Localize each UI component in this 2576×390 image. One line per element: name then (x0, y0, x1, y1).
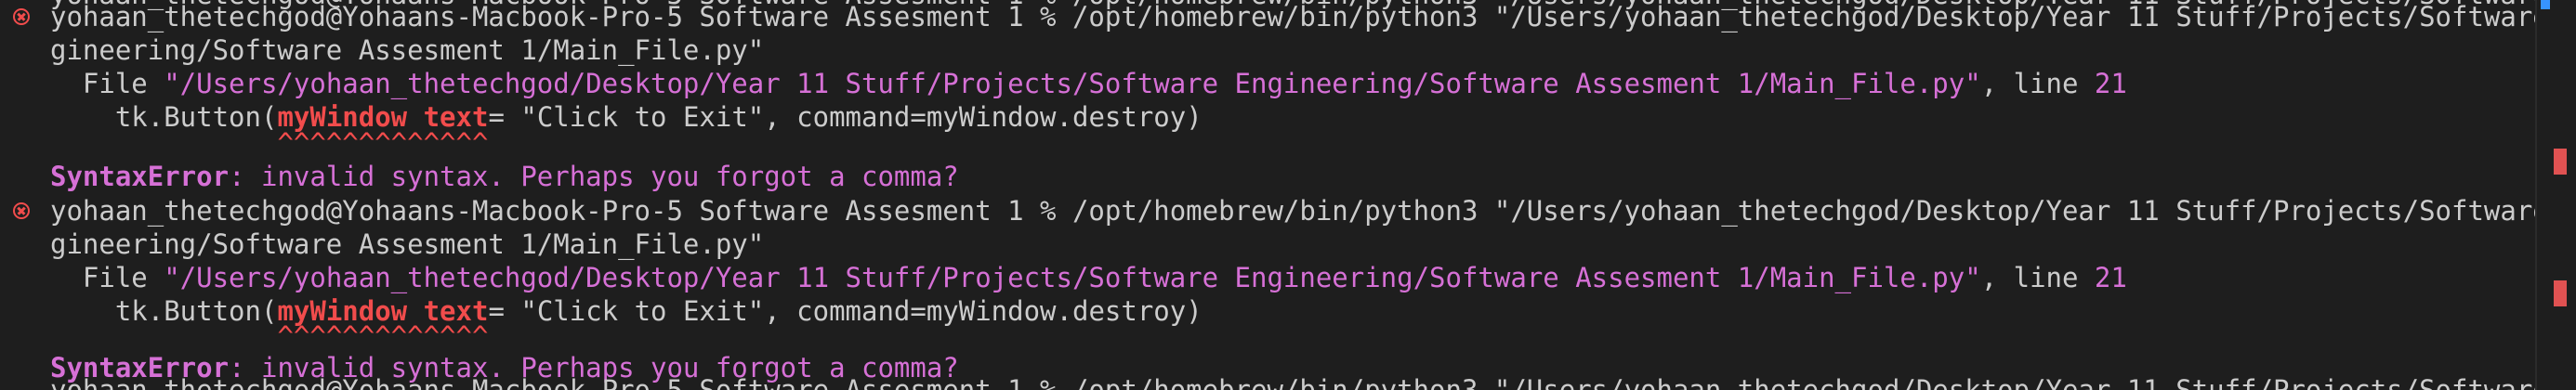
line-word: , line (1980, 262, 2095, 293)
prompt-command-line: yohaan_thetechgod@Yohaans-Macbook-Pro-5 … (50, 1, 2537, 32)
scroll-marker-error (2554, 149, 2567, 175)
file-path-link[interactable]: "/Users/yohaan_thetechgod/Desktop/Year 1… (164, 68, 1980, 99)
caret-indicator-line: ^^^^^^^^^^^^^ (50, 319, 488, 353)
code-suffix: = "Click to Exit", command=myWindow.dest… (488, 295, 1203, 327)
caret-indicator-line: ^^^^^^^^^^^^^ (50, 126, 488, 160)
error-message: : invalid syntax. Perhaps you forgot a c… (229, 161, 959, 192)
scroll-marker-selection (2541, 0, 2550, 9)
file-prefix: File (50, 262, 164, 293)
terminal-output[interactable]: yohaan_thetechgod@Yohaans-Macbook-Pro-5 … (0, 0, 2537, 390)
error-carets: ^^^^^^^^^^^^^ (277, 127, 489, 159)
traceback-file-line: File "/Users/yohaan_thetechgod/Desktop/Y… (50, 261, 2127, 294)
caret-padding (50, 127, 277, 159)
error-icon[interactable] (13, 202, 30, 219)
syntax-error-line: SyntaxError: invalid syntax. Perhaps you… (50, 160, 959, 193)
line-word: , line (1980, 68, 2095, 99)
caret-padding (50, 320, 277, 352)
terminal-line-partial-bottom: yohaan_thetechgod@Yohaans-Macbook-Pro-5 … (50, 374, 2537, 390)
traceback-file-line: File "/Users/yohaan_thetechgod/Desktop/Y… (50, 67, 2127, 100)
line-number: 21 (2094, 262, 2127, 293)
line-number: 21 (2094, 68, 2127, 99)
error-icon[interactable] (13, 8, 30, 25)
scroll-marker-error (2554, 280, 2567, 306)
code-suffix: = "Click to Exit", command=myWindow.dest… (488, 101, 1203, 133)
file-prefix: File (50, 68, 164, 99)
prompt-command-line-wrap: gineering/Software Assesment 1/Main_File… (50, 228, 765, 260)
file-path-link[interactable]: "/Users/yohaan_thetechgod/Desktop/Year 1… (164, 262, 1980, 293)
terminal-scrollbar[interactable] (2535, 0, 2576, 390)
prompt-command-line: yohaan_thetechgod@Yohaans-Macbook-Pro-5 … (50, 195, 2537, 227)
prompt-command-line-wrap: gineering/Software Assesment 1/Main_File… (50, 34, 765, 66)
error-type-label: SyntaxError (50, 161, 230, 192)
error-carets: ^^^^^^^^^^^^^ (277, 320, 489, 352)
